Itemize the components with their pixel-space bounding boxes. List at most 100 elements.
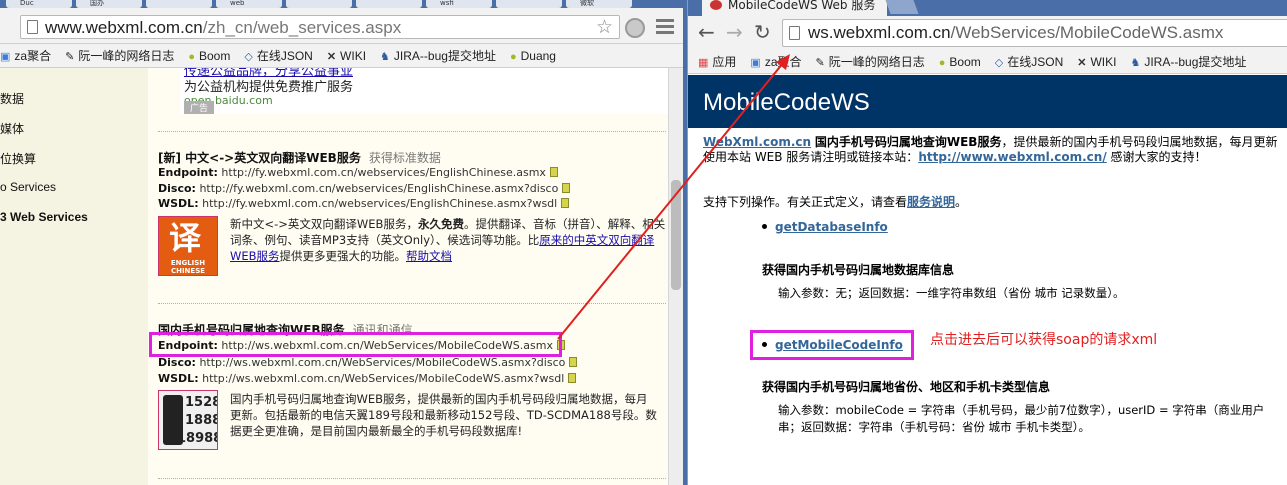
bookmark-item[interactable]: ♞ JIRA--bug提交地址 — [1130, 50, 1246, 73]
mobile-thumbnail: 1528 1888 18988 — [158, 390, 218, 450]
code-icon: ◇ — [994, 57, 1004, 69]
annotation-note: 点击进去后可以获得soap的请求xml — [930, 332, 1158, 348]
copy-icon[interactable] — [549, 167, 558, 177]
leaf-icon: ● — [509, 51, 517, 63]
wsdl-line: WSDL: http://ws.webxml.com.cn/WebService… — [158, 372, 577, 385]
right-page-content: MobileCodeWS WebXml.com.cn 国内手机号码归属地查询WE… — [688, 75, 1287, 485]
browser-tab[interactable]: Duc — [6, 0, 72, 8]
ad-text: 为公益机构提供免费推广服务 — [184, 80, 354, 95]
za-icon: ▣ — [0, 51, 11, 63]
nav-item[interactable]: 媒体 — [0, 120, 24, 137]
browser-tab[interactable] — [146, 0, 212, 8]
bookmark-item[interactable]: ✎ 阮一峰的网络日志 — [65, 44, 174, 67]
service-category[interactable]: 获得标准数据 — [369, 151, 441, 165]
active-tab[interactable]: MobileCodeWS Web 服务 — [702, 0, 887, 16]
translate-thumbnail: 译 ENGLISH CHINESE — [158, 216, 218, 276]
bookmark-star-icon[interactable]: ☆ — [596, 16, 613, 38]
back-icon[interactable]: ← — [698, 19, 715, 45]
leaf-icon: ● — [938, 57, 946, 69]
bookmark-item[interactable]: ◇ 在线JSON — [994, 50, 1063, 73]
browser-tab[interactable]: wsfi — [426, 0, 492, 8]
bookmark-item[interactable]: ● Duang — [509, 44, 556, 67]
left-page-content: 数据 媒体 位换算 o Services 3 Web Services 传递公益… — [0, 68, 683, 485]
webxml-link[interactable]: WebXml.com.cn — [703, 135, 811, 149]
new-tab-button[interactable] — [885, 0, 919, 14]
url-text[interactable]: ws.webxml.com.cn/WebServices/MobileCodeW… — [808, 22, 1223, 44]
bookmark-item[interactable]: ✕ WIKI — [326, 44, 366, 67]
blog-icon: ✎ — [65, 51, 75, 63]
nav-item[interactable]: 位换算 — [0, 150, 36, 167]
bookmark-item[interactable]: ◇ 在线JSON — [244, 44, 312, 67]
bookmark-item[interactable]: ♞ JIRA--bug提交地址 — [380, 44, 496, 67]
reload-icon[interactable]: ↻ — [754, 19, 771, 45]
nav-item-active[interactable]: 3 Web Services — [0, 210, 88, 224]
bookmark-item[interactable]: ▦ 应用 — [698, 50, 736, 73]
browser-tab[interactable] — [286, 0, 352, 8]
scrollbar-thumb[interactable] — [671, 180, 681, 290]
copy-icon[interactable] — [569, 357, 578, 367]
browser-tab[interactable] — [356, 0, 422, 8]
divider — [158, 478, 666, 479]
url-path: /zh_cn/web_services.aspx — [202, 18, 402, 37]
browser-tab[interactable]: 国办 — [76, 0, 142, 8]
menu-icon[interactable] — [656, 19, 674, 35]
bookmark-item[interactable]: ● Boom — [938, 50, 981, 73]
copy-icon[interactable] — [568, 373, 577, 383]
service-title[interactable]: [新] 中文<->英文双向翻译WEB服务 获得标准数据 — [158, 149, 441, 166]
ad-box[interactable]: 传递公益品牌，分享公益事业 为公益机构提供免费推广服务 open.baidu.c… — [180, 68, 668, 114]
operation-item[interactable]: getDatabaseInfo — [762, 220, 888, 234]
get-database-info-link[interactable]: getDatabaseInfo — [775, 220, 888, 234]
favicon-icon — [710, 0, 722, 10]
browser-tab[interactable] — [496, 0, 562, 8]
side-nav: 数据 媒体 位换算 o Services 3 Web Services — [0, 68, 126, 485]
code-icon: ◇ — [244, 51, 253, 63]
browser-tab[interactable]: web — [216, 0, 282, 8]
url-text[interactable]: www.webxml.com.cn/zh_cn/web_services.asp… — [45, 17, 401, 39]
bookmarks-bar: ▣ za聚合 ✎ 阮一峰的网络日志 ● Boom ◇ 在线JSON ✕ WIKI ♞ JIRA--bu… — [0, 44, 683, 68]
copy-icon[interactable] — [562, 183, 571, 193]
address-bar[interactable]: ws.webxml.com.cn/WebServices/MobileCodeW… — [782, 19, 1287, 47]
operation-heading: 获得国内手机号码归属地省份、地区和手机卡类型信息 — [762, 380, 1051, 394]
operation-description: 输入参数：mobileCode = 字符串（手机号码，最少前7位数字），user… — [778, 403, 1265, 434]
copy-icon[interactable] — [561, 198, 570, 208]
help-doc-link[interactable]: 帮助文档 — [406, 249, 452, 263]
right-tab-strip: MobileCodeWS Web 服务 — [688, 0, 1287, 16]
x-icon: ✕ — [326, 51, 337, 63]
service-description-link[interactable]: 服务说明 — [907, 195, 955, 209]
bookmark-item[interactable]: ✕ WIKI — [1077, 50, 1116, 73]
right-browser-window: MobileCodeWS Web 服务 ← → ↻ ws.webxml.com.… — [687, 0, 1287, 485]
endpoint-highlight-box — [149, 332, 562, 357]
bookmark-item[interactable]: ● Boom — [188, 44, 230, 67]
page-icon — [27, 20, 38, 34]
bookmark-item[interactable]: ▣ za聚合 — [0, 44, 51, 67]
bookmark-item[interactable]: ✎ 阮一峰的网络日志 — [816, 50, 925, 73]
ad-badge: 广告 — [184, 101, 215, 114]
apps-icon: ▦ — [698, 57, 709, 69]
za-icon: ▣ — [750, 57, 761, 69]
url-path: /WebServices/MobileCodeWS.asmx — [950, 23, 1224, 42]
services-list: 传递公益品牌，分享公益事业 为公益机构提供免费推广服务 open.baidu.c… — [148, 68, 668, 485]
service-description: 新中文<->英文双向翻译WEB服务，永久免费。提供翻译、音标（拼音）、解释、相关… — [230, 217, 666, 263]
wsdl-line: WSDL: http://fy.webxml.com.cn/webservice… — [158, 197, 570, 210]
service-intro: WebXml.com.cn 国内手机号码归属地查询WEB服务，提供最新的国内手机… — [703, 135, 1278, 164]
browser-tab[interactable]: 微软 — [566, 0, 632, 8]
page-icon — [789, 26, 800, 40]
webxml-home-link[interactable]: http://www.webxml.com.cn/ — [918, 150, 1106, 164]
right-toolbar: ← → ↻ ws.webxml.com.cn/WebServices/Mobil… — [688, 16, 1287, 50]
address-bar[interactable]: www.webxml.com.cn/zh_cn/web_services.asp… — [20, 15, 620, 39]
url-domain: ws.webxml.com.cn — [808, 23, 951, 42]
disco-line: Disco: http://ws.webxml.com.cn/WebServic… — [158, 356, 578, 369]
nav-item[interactable]: o Services — [0, 180, 56, 194]
divider — [158, 131, 666, 132]
bookmark-item[interactable]: ▣ za聚合 — [750, 50, 801, 73]
forward-icon[interactable]: → — [726, 19, 743, 45]
extension-icon[interactable] — [625, 18, 645, 38]
page-title: MobileCodeWS — [703, 89, 870, 116]
endpoint-line: Endpoint: http://fy.webxml.com.cn/webser… — [158, 166, 558, 179]
left-toolbar: www.webxml.com.cn/zh_cn/web_services.asp… — [0, 8, 683, 44]
bookmarks-bar: ▦ 应用 ▣ za聚合 ✎ 阮一峰的网络日志 ● Boom ◇ 在线JSON ✕ WIKI ♞ JIRA-… — [688, 50, 1287, 74]
jira-icon: ♞ — [1130, 57, 1141, 69]
left-browser-window: Duc 国办 web wsfi 微软 www.webxml.com.cn/zh_… — [0, 0, 683, 485]
nav-item[interactable]: 数据 — [0, 90, 24, 107]
scrollbar[interactable] — [668, 68, 683, 485]
